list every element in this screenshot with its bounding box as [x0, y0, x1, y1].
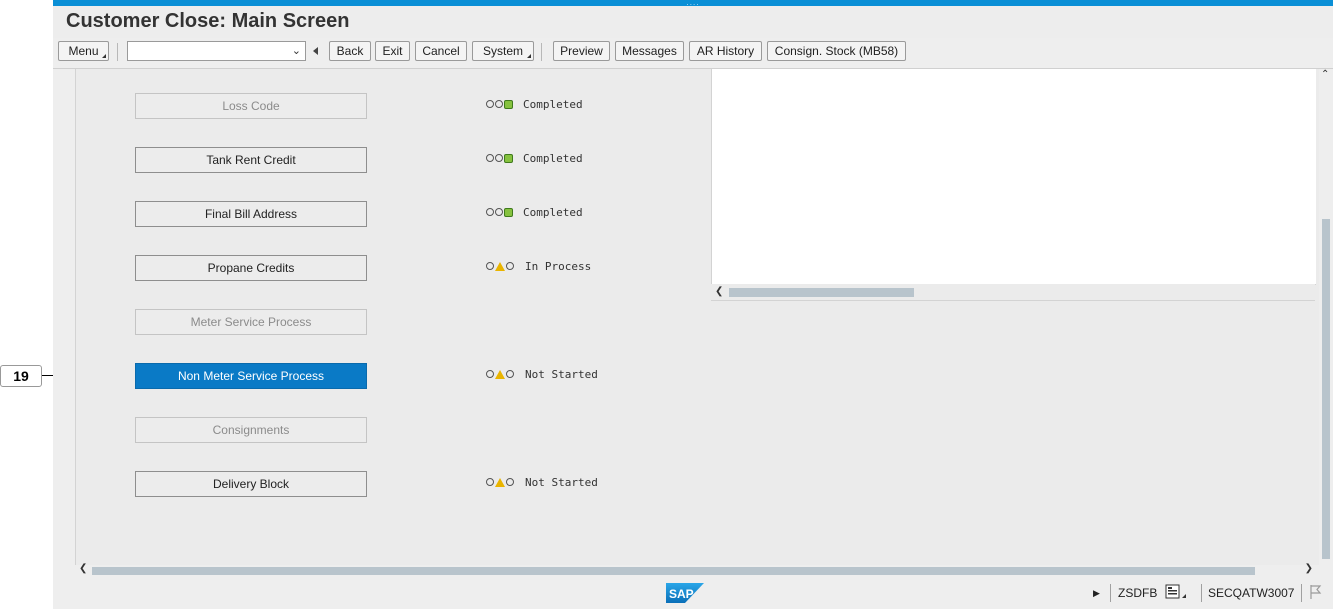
toolbar-separator	[117, 43, 118, 61]
sap-logo: SAP	[666, 583, 704, 603]
menu-button[interactable]: Menu	[58, 41, 109, 61]
ar-history-button[interactable]: AR History	[689, 41, 762, 61]
status-text: Not Started	[525, 367, 598, 381]
collapse-toolbar-icon[interactable]	[313, 47, 318, 55]
scrollbar-thumb[interactable]	[92, 567, 1255, 575]
status-loss-code: Completed	[486, 96, 583, 112]
system-button-label: System	[482, 44, 523, 58]
sap-window: .... Customer Close: Main Screen Menu ⌄ …	[53, 0, 1333, 609]
menu-button-label: Menu	[68, 44, 99, 58]
status-separator	[1201, 584, 1202, 602]
command-field[interactable]: ⌄	[127, 41, 306, 61]
status-separator	[1301, 584, 1302, 602]
messages-button[interactable]: Messages	[615, 41, 684, 61]
scrollbar-thumb[interactable]	[729, 288, 914, 297]
chevron-right-icon[interactable]: ❯	[1305, 563, 1313, 574]
expand-status-icon[interactable]: ▶	[1093, 588, 1100, 599]
status-final-bill-address: Completed	[486, 204, 583, 220]
chevron-left-icon[interactable]: ❮	[715, 286, 723, 297]
consignments-button[interactable]: Consignments	[135, 417, 367, 443]
horizontal-scrollbar[interactable]: ❮ ❯	[75, 563, 1323, 577]
back-button[interactable]: Back	[329, 41, 371, 61]
tank-rent-credit-button[interactable]: Tank Rent Credit	[135, 147, 367, 173]
page-title: Customer Close: Main Screen	[66, 10, 350, 32]
transaction-code: ZSDFB	[1118, 586, 1158, 600]
propane-credits-button[interactable]: Propane Credits	[135, 255, 367, 281]
delivery-block-button[interactable]: Delivery Block	[135, 471, 367, 497]
meter-service-process-button[interactable]: Meter Service Process	[135, 309, 367, 335]
traffic-light-yellow-icon	[486, 369, 515, 379]
toolbar-separator	[541, 43, 542, 61]
status-delivery-block: Not Started	[486, 474, 598, 490]
title-bar: Customer Close: Main Screen	[53, 6, 1333, 38]
status-non-meter-service-process: Not Started	[486, 366, 598, 382]
chevron-down-icon[interactable]: ⌄	[292, 44, 301, 57]
loss-code-button[interactable]: Loss Code	[135, 93, 367, 119]
status-separator	[1110, 584, 1111, 602]
toolbar: Menu ⌄ Back Exit Cancel System Preview M…	[53, 38, 1333, 69]
traffic-light-green-icon	[486, 207, 513, 217]
chevron-up-icon[interactable]: ⌃	[1321, 69, 1329, 80]
server-name: SECQATW3007	[1208, 586, 1295, 600]
status-bar: SAP ▶ ZSDFB SECQATW3007	[53, 577, 1333, 609]
status-text: In Process	[525, 259, 592, 273]
consign-stock-button[interactable]: Consign. Stock (MB58)	[767, 41, 906, 61]
message-log-panel[interactable]	[711, 69, 1316, 285]
non-meter-service-process-button[interactable]: Non Meter Service Process	[135, 363, 367, 389]
scrollbar-thumb[interactable]	[1322, 219, 1330, 559]
status-text: Completed	[523, 151, 583, 165]
dropdown-corner-icon	[102, 54, 106, 58]
status-propane-credits: In Process	[486, 258, 591, 274]
traffic-light-yellow-icon	[486, 261, 515, 271]
main-content: Loss Code Completed Tank Rent Credit Com…	[75, 69, 1324, 565]
status-text: Completed	[523, 97, 583, 111]
vertical-scrollbar[interactable]: ⌃	[1319, 69, 1333, 565]
final-bill-address-button[interactable]: Final Bill Address	[135, 201, 367, 227]
dropdown-corner-icon	[527, 54, 531, 58]
preview-button[interactable]: Preview	[553, 41, 610, 61]
status-text: Completed	[523, 205, 583, 219]
traffic-light-yellow-icon	[486, 477, 515, 487]
status-tank-rent-credit: Completed	[486, 150, 583, 166]
flag-icon[interactable]	[1309, 584, 1323, 603]
callout-number: 19	[0, 365, 42, 387]
system-button[interactable]: System	[472, 41, 534, 61]
session-info-icon[interactable]	[1165, 584, 1187, 603]
cancel-button[interactable]: Cancel	[415, 41, 467, 61]
svg-text:SAP: SAP	[669, 587, 694, 601]
exit-button[interactable]: Exit	[375, 41, 410, 61]
status-text: Not Started	[525, 475, 598, 489]
traffic-light-green-icon	[486, 99, 513, 109]
traffic-light-green-icon	[486, 153, 513, 163]
chevron-left-icon[interactable]: ❮	[79, 563, 87, 574]
log-horizontal-scrollbar[interactable]: ❮	[711, 284, 1315, 301]
